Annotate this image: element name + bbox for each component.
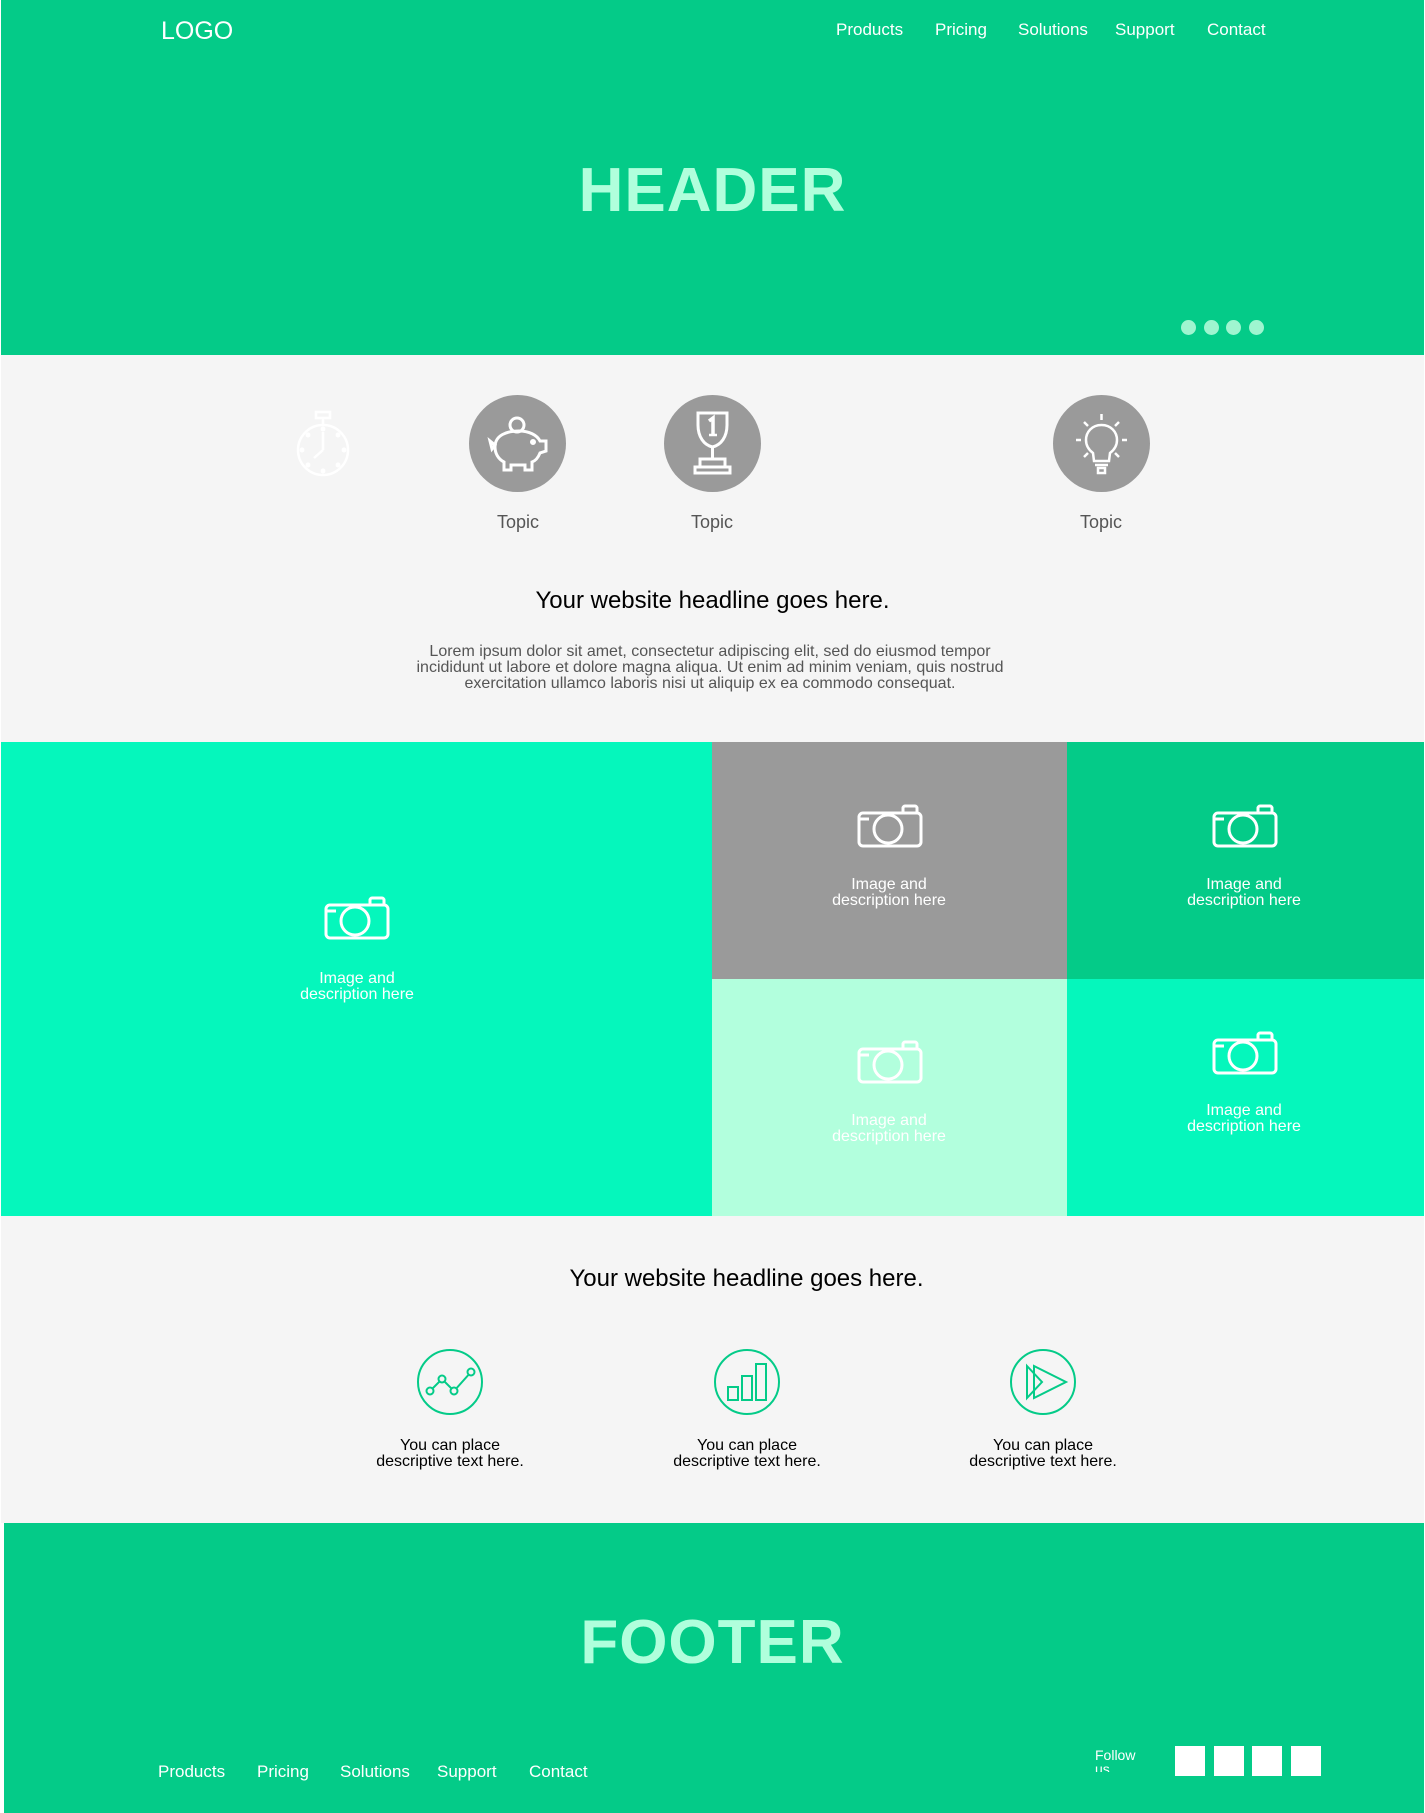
features-headline: Your website headline goes here. [569, 1265, 924, 1292]
tile-caption: Image and description here [832, 1112, 946, 1145]
body-line-1: Lorem ipsum dolor sit amet, consectetur … [429, 643, 991, 660]
camera-icon [1212, 804, 1278, 848]
topic-trophy[interactable] [664, 395, 761, 492]
play-forward-icon [1010, 1349, 1076, 1415]
carousel-dot-1[interactable] [1181, 320, 1196, 335]
line-chart-icon [417, 1349, 483, 1415]
trophy-icon [693, 411, 732, 475]
topic-piggy-bank[interactable] [469, 395, 566, 492]
lightbulb-icon [1076, 414, 1127, 475]
topic-label-3: Topic [1079, 512, 1123, 532]
stopwatch-icon [292, 408, 354, 478]
topic-lightbulb[interactable] [1053, 395, 1150, 492]
nav-solutions[interactable]: Solutions [1018, 20, 1088, 40]
nav-products[interactable]: Products [836, 20, 903, 40]
features-section [1, 1216, 1424, 1523]
body-line-2: incididunt ut labore et dolore magna ali… [416, 659, 1004, 676]
feature-text-3: You can place descriptive text here. [969, 1437, 1117, 1470]
camera-icon [1212, 1031, 1278, 1075]
tile-caption: Image and description here [832, 876, 946, 909]
gallery-tile-5[interactable]: Image and description here [1067, 979, 1424, 1216]
body-line-3: exercitation ullamco laboris nisi ut ali… [464, 675, 956, 692]
camera-icon [857, 804, 923, 848]
gallery-tile-4[interactable]: Image and description here [712, 979, 1067, 1216]
gallery-tile-3[interactable]: Image and description here [1067, 742, 1424, 979]
nav-pricing[interactable]: Pricing [935, 20, 987, 40]
gallery-tile-2[interactable]: Image and description here [712, 742, 1067, 979]
tile-caption: Image and description here [1187, 876, 1301, 909]
piggy-bank-icon [487, 416, 548, 472]
footer-nav-contact[interactable]: Contact [529, 1762, 588, 1782]
footer-nav-support[interactable]: Support [437, 1762, 497, 1782]
carousel-dot-3[interactable] [1226, 320, 1241, 335]
logo[interactable]: LOGO [161, 17, 233, 46]
nav-support[interactable]: Support [1115, 20, 1175, 40]
feature-text-1: You can place descriptive text here. [376, 1437, 524, 1470]
follow-us-label: Follow us [1095, 1748, 1136, 1772]
carousel-dot-2[interactable] [1204, 320, 1219, 335]
social-icon-4[interactable] [1291, 1746, 1321, 1776]
camera-icon [857, 1040, 923, 1084]
carousel-dot-4[interactable] [1249, 320, 1264, 335]
social-icon-1[interactable] [1175, 1746, 1205, 1776]
footer-title: FOOTER [580, 1608, 845, 1677]
topic-label-2: Topic [690, 512, 734, 532]
footer-nav-products[interactable]: Products [158, 1762, 225, 1782]
bar-chart-icon [714, 1349, 780, 1415]
topic-label-1: Topic [496, 512, 540, 532]
section-body-text: Lorem ipsum dolor sit amet, consectetur … [400, 644, 1020, 692]
nav-contact[interactable]: Contact [1207, 20, 1266, 40]
gallery-tile-large[interactable]: Image and description here [1, 742, 712, 1216]
camera-icon [324, 896, 390, 940]
tile-caption: Image and description here [300, 970, 414, 1003]
social-icon-2[interactable] [1214, 1746, 1244, 1776]
tile-caption: Image and description here [1187, 1102, 1301, 1135]
feature-text-2: You can place descriptive text here. [673, 1437, 821, 1470]
social-icon-3[interactable] [1252, 1746, 1282, 1776]
section-headline: Your website headline goes here. [535, 587, 890, 614]
footer-nav-solutions[interactable]: Solutions [340, 1762, 410, 1782]
header-title: HEADER [578, 156, 847, 225]
footer-nav-pricing[interactable]: Pricing [257, 1762, 309, 1782]
